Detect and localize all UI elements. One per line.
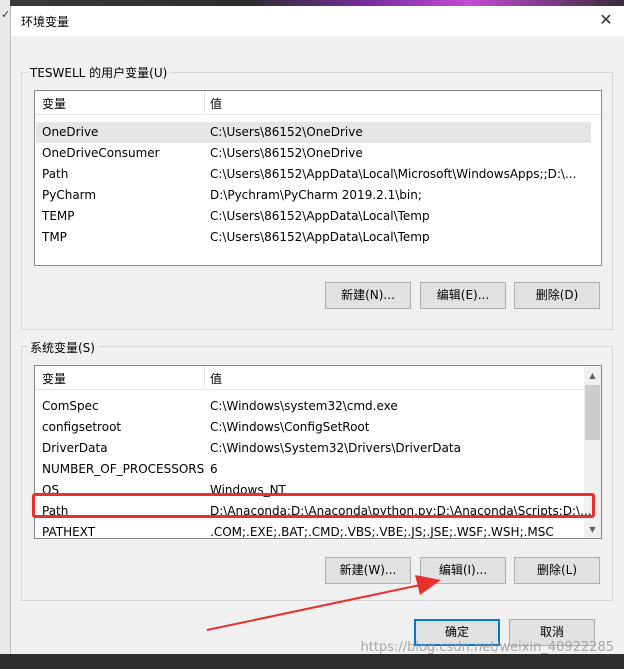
table-row[interactable]: PATHEXT .COM;.EXE;.BAT;.CMD;.VBS;.VBE;.JS… xyxy=(36,522,583,539)
scroll-up-icon[interactable]: ▲ xyxy=(584,367,601,384)
variable-value: .COM;.EXE;.BAT;.CMD;.VBS;.VBE;.JS;.JSE;.… xyxy=(210,525,554,539)
variable-name: DriverData xyxy=(42,441,108,455)
table-row[interactable]: TMP C:\Users\86152\AppData\Local\Temp xyxy=(36,227,591,248)
system-delete-button[interactable]: 删除(L) xyxy=(514,557,600,584)
background-chevron-icon: ✓ xyxy=(1,8,11,21)
table-row[interactable]: PyCharm D:\Pychram\PyCharm 2019.2.1\bin; xyxy=(36,185,591,206)
variable-name: OneDrive xyxy=(42,125,99,139)
variable-name: PyCharm xyxy=(42,188,97,202)
variable-value: C:\Windows\system32\cmd.exe xyxy=(210,399,398,413)
system-new-button[interactable]: 新建(W)... xyxy=(325,557,411,584)
variable-value: C:\Users\86152\AppData\Local\Temp xyxy=(210,209,430,223)
system-edit-button[interactable]: 编辑(I)... xyxy=(420,557,506,584)
environment-variables-dialog: 环境变量 ✕ TESWELL 的用户变量(U) 变量 值 OneDrive C:\… xyxy=(10,6,624,654)
user-variables-list[interactable]: 变量 值 OneDrive C:\Users\86152\OneDrive OneD… xyxy=(34,90,602,266)
variable-name: Path xyxy=(42,167,69,181)
column-header-value[interactable]: 值 xyxy=(210,95,222,112)
variable-name: NUMBER_OF_PROCESSORS xyxy=(42,462,205,476)
table-row[interactable]: NUMBER_OF_PROCESSORS 6 xyxy=(36,459,583,480)
list-header: 变量 值 xyxy=(35,91,601,115)
column-header-value[interactable]: 值 xyxy=(210,370,222,387)
scroll-thumb[interactable] xyxy=(585,385,600,440)
list-header: 变量 值 xyxy=(35,366,601,390)
user-variables-label: TESWELL 的用户变量(U) xyxy=(27,64,171,81)
table-row[interactable]: TEMP C:\Users\86152\AppData\Local\Temp xyxy=(36,206,591,227)
variable-name: PATHEXT xyxy=(42,525,96,539)
user-new-button[interactable]: 新建(N)... xyxy=(325,282,411,309)
table-row[interactable]: configsetroot C:\Windows\ConfigSetRoot xyxy=(36,417,583,438)
variable-name: TMP xyxy=(42,230,67,244)
variable-value: C:\Users\86152\OneDrive xyxy=(210,146,363,160)
table-row[interactable]: OneDrive C:\Users\86152\OneDrive xyxy=(36,122,591,143)
column-header-variable[interactable]: 变量 xyxy=(42,370,66,387)
variable-name: configsetroot xyxy=(42,420,122,434)
variable-value: C:\Windows\ConfigSetRoot xyxy=(210,420,370,434)
variable-value: C:\Users\86152\AppData\Local\Microsoft\W… xyxy=(210,167,577,181)
variable-name: ComSpec xyxy=(42,399,99,413)
column-separator[interactable] xyxy=(204,91,205,113)
table-row[interactable]: OneDriveConsumer C:\Users\86152\OneDrive xyxy=(36,143,591,164)
close-icon[interactable]: ✕ xyxy=(597,11,615,29)
variable-name: TEMP xyxy=(42,209,75,223)
system-variables-label: 系统变量(S) xyxy=(27,339,98,356)
watermark: https://blog.csdn.net/weixin_40922285 xyxy=(360,640,614,655)
variable-value: C:\Users\86152\OneDrive xyxy=(210,125,363,139)
variable-value: 6 xyxy=(210,462,218,476)
scroll-down-icon[interactable]: ▼ xyxy=(584,521,601,538)
taskbar-strip xyxy=(0,654,624,669)
variable-value: C:\Windows\System32\Drivers\DriverData xyxy=(210,441,461,455)
user-delete-button[interactable]: 删除(D) xyxy=(514,282,600,309)
path-row-highlight xyxy=(32,493,595,518)
title-bar: 环境变量 ✕ xyxy=(11,6,624,36)
variable-value: D:\Pychram\PyCharm 2019.2.1\bin; xyxy=(210,188,422,202)
table-row[interactable]: ComSpec C:\Windows\system32\cmd.exe xyxy=(36,396,583,417)
background-window-edge: ✓ xyxy=(0,0,10,669)
variable-value: C:\Users\86152\AppData\Local\Temp xyxy=(210,230,430,244)
user-edit-button[interactable]: 编辑(E)... xyxy=(420,282,506,309)
window-title: 环境变量 xyxy=(21,15,70,29)
variable-name: OneDriveConsumer xyxy=(42,146,160,160)
column-header-variable[interactable]: 变量 xyxy=(42,95,66,112)
column-separator[interactable] xyxy=(204,366,205,388)
table-row[interactable]: Path C:\Users\86152\AppData\Local\Microso… xyxy=(36,164,591,185)
table-row[interactable]: DriverData C:\Windows\System32\Drivers\Dr… xyxy=(36,438,583,459)
